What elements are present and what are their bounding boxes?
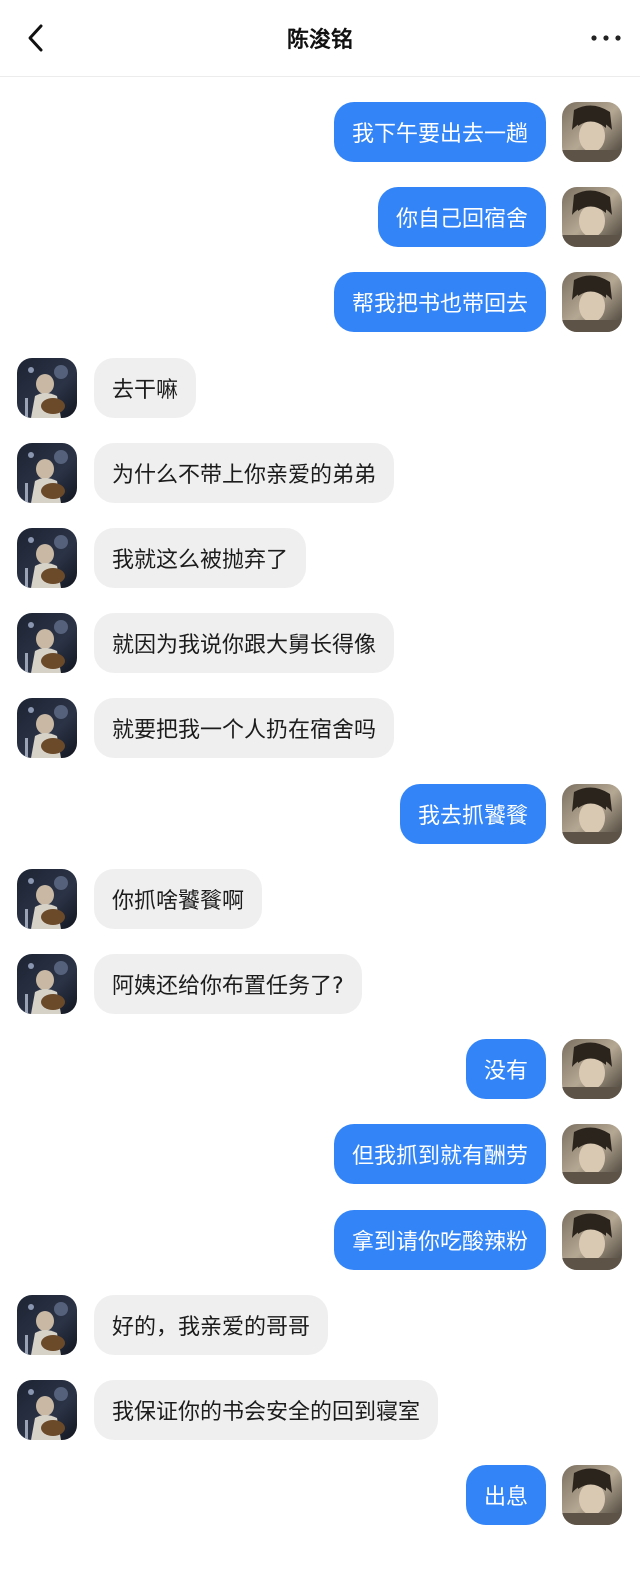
- my-avatar[interactable]: [562, 187, 622, 248]
- contact-avatar[interactable]: [17, 1294, 77, 1355]
- received-message-row: 阿姨还给你布置任务了?: [0, 954, 640, 1014]
- received-message-row: 好的，我亲爱的哥哥: [0, 1294, 640, 1355]
- contact-avatar[interactable]: [17, 1380, 77, 1440]
- sent-message-bubble[interactable]: 你自己回宿舍: [377, 187, 546, 248]
- received-message-row: 为什么不带上你亲爱的弟弟: [0, 442, 640, 503]
- contact-avatar[interactable]: [17, 442, 77, 503]
- sent-message-row: 出息: [0, 1465, 640, 1526]
- sent-message-row: 但我抓到就有酬劳: [0, 1124, 640, 1185]
- my-avatar[interactable]: [562, 1465, 622, 1526]
- my-avatar[interactable]: [562, 1124, 622, 1185]
- sent-message-bubble[interactable]: 没有: [465, 1039, 546, 1100]
- back-button[interactable]: [18, 18, 54, 58]
- sent-message-row: 你自己回宿舍: [0, 187, 640, 248]
- chat-header: 陈浚铭: [0, 0, 640, 77]
- received-message-bubble[interactable]: 我保证你的书会安全的回到寝室: [94, 1380, 439, 1440]
- sent-message-bubble[interactable]: 出息: [465, 1465, 546, 1526]
- received-message-bubble[interactable]: 我就这么被抛弃了: [94, 528, 307, 588]
- received-message-row: 我保证你的书会安全的回到寝室: [0, 1380, 640, 1440]
- my-avatar[interactable]: [562, 102, 622, 162]
- contact-avatar[interactable]: [17, 698, 77, 759]
- chevron-left-icon: [28, 24, 43, 52]
- more-button[interactable]: [586, 18, 626, 58]
- received-message-bubble[interactable]: 你抓啥饕餮啊: [94, 868, 263, 929]
- contact-avatar[interactable]: [17, 954, 77, 1014]
- received-message-bubble[interactable]: 好的，我亲爱的哥哥: [94, 1294, 329, 1355]
- my-avatar[interactable]: [562, 1039, 622, 1100]
- received-message-row: 我就这么被抛弃了: [0, 528, 640, 588]
- sent-message-row: 拿到请你吃酸辣粉: [0, 1209, 640, 1270]
- more-dots-icon: [591, 35, 621, 41]
- contact-avatar[interactable]: [17, 868, 77, 929]
- sent-message-row: 帮我把书也带回去: [0, 272, 640, 333]
- sent-message-bubble[interactable]: 拿到请你吃酸辣粉: [333, 1209, 546, 1270]
- received-message-row: 你抓啥饕餮啊: [0, 868, 640, 929]
- my-avatar[interactable]: [562, 783, 622, 844]
- sent-message-row: 没有: [0, 1039, 640, 1100]
- contact-avatar[interactable]: [17, 613, 77, 674]
- sent-message-bubble[interactable]: 我下午要出去一趟: [333, 102, 546, 162]
- sent-message-bubble[interactable]: 帮我把书也带回去: [333, 272, 546, 333]
- sent-message-bubble[interactable]: 但我抓到就有酬劳: [333, 1124, 546, 1185]
- received-message-row: 去干嘛: [0, 357, 640, 418]
- received-message-bubble[interactable]: 去干嘛: [94, 357, 197, 418]
- received-message-bubble[interactable]: 为什么不带上你亲爱的弟弟: [94, 442, 395, 503]
- sent-message-row: 我去抓饕餮: [0, 783, 640, 844]
- received-message-row: 就因为我说你跟大舅长得像: [0, 613, 640, 674]
- contact-avatar[interactable]: [17, 357, 77, 418]
- contact-avatar[interactable]: [17, 528, 77, 588]
- my-avatar[interactable]: [562, 272, 622, 333]
- sent-message-row: 我下午要出去一趟: [0, 102, 640, 162]
- received-message-bubble[interactable]: 就要把我一个人扔在宿舍吗: [94, 698, 395, 759]
- received-message-bubble[interactable]: 阿姨还给你布置任务了?: [94, 954, 362, 1014]
- received-message-bubble[interactable]: 就因为我说你跟大舅长得像: [94, 613, 395, 674]
- page-title: 陈浚铭: [286, 28, 353, 53]
- received-message-row: 就要把我一个人扔在宿舍吗: [0, 698, 640, 759]
- my-avatar[interactable]: [562, 1209, 622, 1270]
- sent-message-bubble[interactable]: 我去抓饕餮: [399, 783, 546, 844]
